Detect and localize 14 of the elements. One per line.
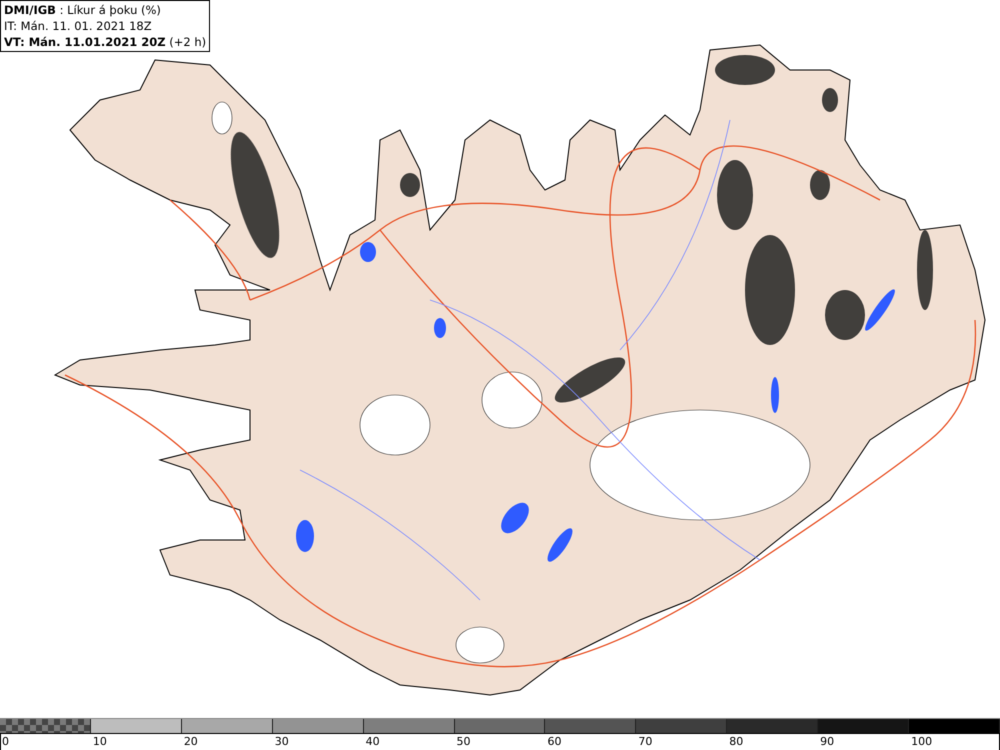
legend-label: 70: [638, 735, 652, 748]
info-text: VT: Mán. 11.01.2021 20Z (+2 h): [4, 34, 206, 50]
info-text: IT: Mán. 11. 01. 2021 18Z: [4, 18, 153, 34]
legend-label: 50: [456, 735, 471, 748]
legend-label: 20: [184, 735, 198, 748]
info-text: DMI/IGB : Líkur á þoku (%): [4, 2, 162, 18]
legend-label: 10: [92, 735, 107, 748]
legend-label: 90: [820, 735, 834, 748]
legend-label: 100: [911, 735, 932, 748]
legend-label: 40: [366, 735, 380, 748]
legend-label: 0: [2, 735, 9, 748]
legend-label: 30: [274, 735, 289, 748]
legend-label: 80: [729, 735, 744, 748]
legend-label: 60: [547, 735, 562, 748]
